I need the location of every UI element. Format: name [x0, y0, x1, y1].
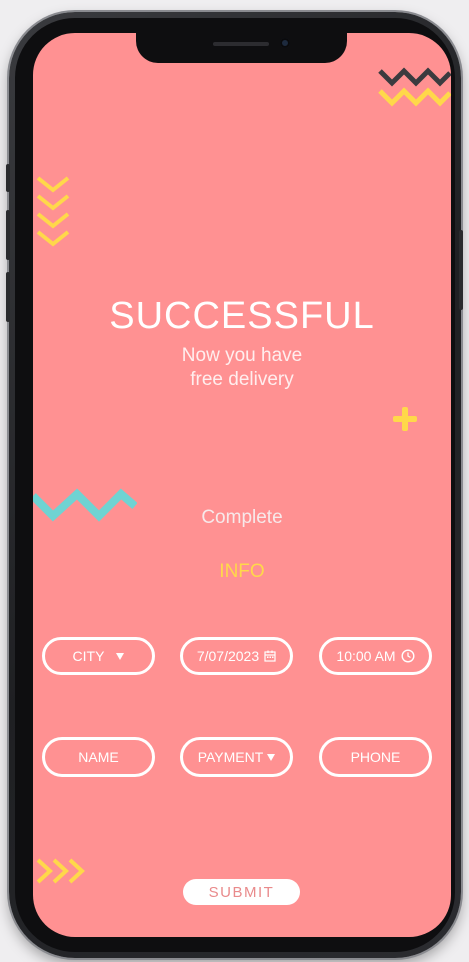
app-screen: SUCCESSFUL Now you have free delivery Co… [33, 33, 451, 937]
caret-down-icon [267, 753, 276, 761]
front-camera [280, 38, 290, 48]
power-button [459, 230, 463, 310]
date-field[interactable]: 7/07/2023 [180, 637, 293, 675]
volume-button [6, 164, 10, 192]
chevrons-right-decoration [36, 858, 85, 884]
city-select[interactable]: CITY [42, 637, 155, 675]
name-placeholder: NAME [78, 749, 119, 765]
clock-icon [401, 649, 415, 663]
plus-icon [393, 407, 417, 431]
info-heading: INFO [219, 561, 265, 582]
volume-button [6, 210, 10, 260]
name-field[interactable]: NAME [42, 737, 155, 777]
time-field[interactable]: 10:00 AM [319, 637, 432, 675]
payment-value: PAYMENT [197, 749, 264, 765]
city-value: CITY [72, 648, 105, 664]
subtitle-line-1: Now you have [181, 345, 303, 366]
payment-select[interactable]: PAYMENT [180, 737, 293, 777]
complete-label: Complete [201, 507, 283, 528]
time-value: 10:00 AM [336, 648, 396, 664]
calendar-icon [264, 650, 276, 662]
phone-field[interactable]: PHONE [319, 737, 432, 777]
date-value: 7/07/2023 [196, 648, 260, 664]
page-title: SUCCESSFUL [109, 295, 375, 337]
submit-button[interactable]: SUBMIT [183, 879, 300, 905]
subtitle-line-2: free delivery [190, 369, 294, 390]
volume-button [6, 272, 10, 322]
phone-notch [136, 33, 347, 63]
zigzag-yellow-decoration [378, 87, 451, 107]
speaker-grille [213, 42, 269, 46]
caret-down-icon [116, 652, 125, 660]
phone-placeholder: PHONE [350, 749, 401, 765]
chevrons-down-decoration [36, 176, 70, 247]
